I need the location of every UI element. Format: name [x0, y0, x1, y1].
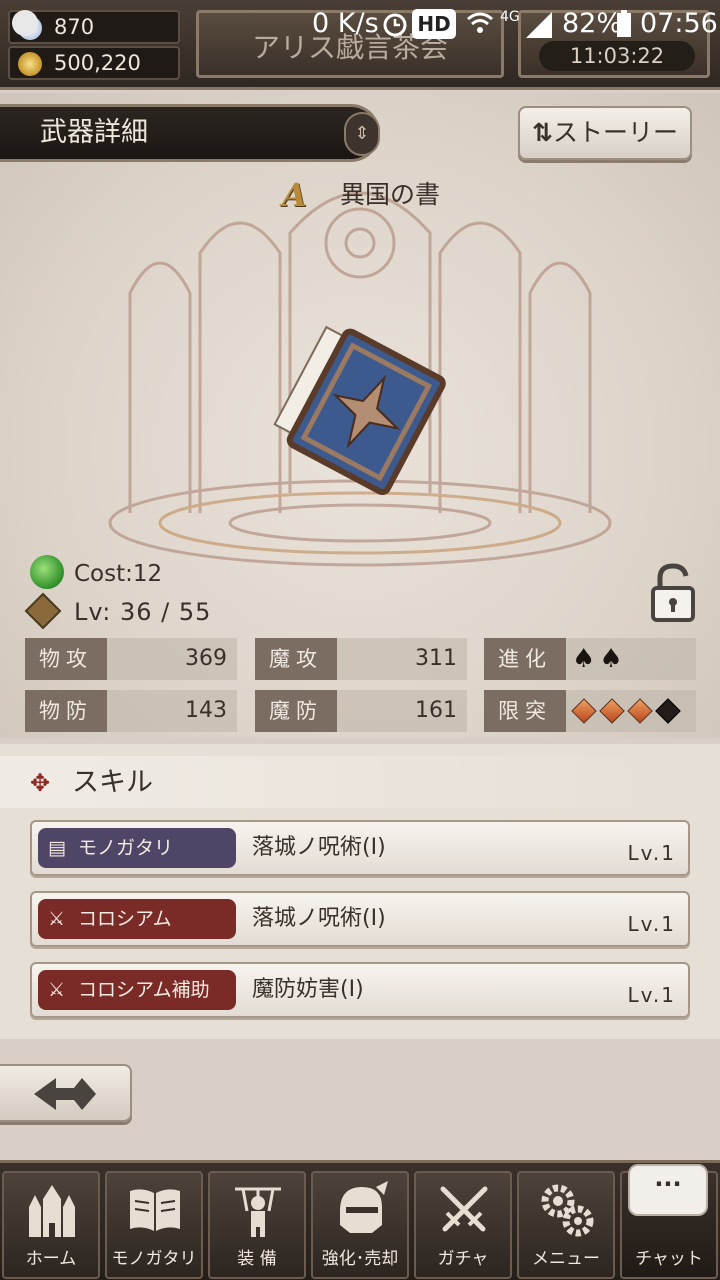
- back-button[interactable]: [0, 1064, 132, 1122]
- stat-label: 魔攻: [255, 638, 337, 680]
- nav-gacha[interactable]: ガチャ: [414, 1171, 512, 1279]
- nav-label: メニュー: [532, 1249, 600, 1269]
- evolution-spade-icon: ♠: [599, 644, 623, 674]
- cost-value: Cost:12: [74, 561, 163, 587]
- castle-icon: [29, 1185, 75, 1237]
- stat-mag-defense: 魔防 161: [255, 690, 467, 732]
- gold-amount: 500,220: [54, 51, 141, 75]
- skill-tag: ⚔ コロシアム: [38, 899, 236, 939]
- notification-icon: [12, 10, 38, 36]
- skill-cross-icon: ✥: [30, 769, 51, 797]
- open-book-icon: [130, 1189, 180, 1231]
- skill-name: 落城ノ呪術(Ⅰ): [252, 906, 386, 931]
- stat-value: 311: [415, 646, 457, 671]
- nav-story[interactable]: モノガタリ: [105, 1171, 203, 1279]
- crossed-swords-icon: ⚔: [48, 908, 66, 930]
- nav-label: チャット: [635, 1249, 703, 1269]
- nav-menu[interactable]: メニュー: [517, 1171, 615, 1279]
- skill-tag-label: モノガタリ: [78, 837, 174, 859]
- nav-home[interactable]: ホーム: [2, 1171, 100, 1279]
- net-speed: 0 K/s: [312, 8, 379, 39]
- back-arrow-icon: [34, 1078, 96, 1110]
- skill-row-colosseum[interactable]: ⚔ コロシアム 落城ノ呪術(Ⅰ) Lv.1: [30, 891, 690, 947]
- limit-break-pips: [571, 698, 681, 724]
- sort-toggle-icon[interactable]: ⇕: [344, 112, 380, 156]
- status-bar: 0 K/s HD 4G 82% 07:56: [0, 0, 720, 48]
- skill-tag-label: コロシアム補助: [78, 979, 210, 1001]
- stat-evolution: 進化 ♠ ♠: [484, 638, 696, 680]
- story-button[interactable]: ⇅ストーリー: [518, 106, 692, 160]
- skill-tag: ⚔ コロシアム補助: [38, 970, 236, 1010]
- nav-equip[interactable]: 装 備: [208, 1171, 306, 1279]
- stat-label: 限突: [484, 690, 566, 732]
- weapon-name: 異国の書: [340, 180, 441, 209]
- alarm-icon: [383, 13, 407, 37]
- stat-value: 143: [185, 698, 227, 723]
- level-value: Lv: 36 / 55: [74, 598, 212, 626]
- network-type: 4G: [500, 9, 520, 25]
- skill-tag: ▤ モノガタリ: [38, 828, 236, 868]
- nav-enhance[interactable]: 強化･売却: [311, 1171, 409, 1279]
- battery-percent: 82%: [562, 8, 623, 39]
- page-title: 武器詳細: [0, 104, 380, 162]
- bottom-nav: ホーム モノガタリ 装 備 強化･売却 ガチャ メニュー チャット: [0, 1160, 720, 1280]
- hd-badge: HD: [412, 9, 456, 39]
- signal-icon: [526, 12, 552, 38]
- stat-label: 進化: [484, 638, 566, 680]
- stat-label: 魔防: [255, 690, 337, 732]
- unlock-icon[interactable]: [650, 562, 696, 622]
- nav-label: 装 備: [237, 1249, 277, 1269]
- limit-break-diamond-icon: [627, 698, 653, 724]
- crossed-sword-icon: [440, 1186, 488, 1232]
- skill-name: 落城ノ呪術(Ⅰ): [252, 835, 386, 860]
- skill-tag-label: コロシアム: [78, 908, 172, 930]
- stat-label: 物防: [25, 690, 107, 732]
- stat-value: 369: [185, 646, 227, 671]
- evolution-pips: ♠ ♠: [572, 646, 623, 672]
- nav-label: モノガタリ: [111, 1249, 197, 1269]
- cost-orb-icon: [30, 555, 64, 589]
- support-swords-icon: ⚔: [48, 979, 66, 1001]
- skill-row-story[interactable]: ▤ モノガタリ 落城ノ呪術(Ⅰ) Lv.1: [30, 820, 690, 876]
- nav-label: 強化･売却: [321, 1249, 399, 1269]
- swap-icon: ⇅: [532, 118, 553, 147]
- limit-break-diamond-icon: [571, 698, 597, 724]
- wifi-icon: [467, 12, 493, 33]
- stat-limit-break: 限突: [484, 690, 696, 732]
- skill-name: 魔防妨害(Ⅰ): [252, 977, 364, 1002]
- puppet-icon: [235, 1187, 281, 1237]
- stat-value: 161: [415, 698, 457, 723]
- skill-level: Lv.1: [627, 983, 676, 1007]
- story-button-label: ストーリー: [552, 118, 678, 147]
- limit-break-diamond-icon: [655, 698, 681, 724]
- battery-icon: [617, 10, 631, 37]
- stat-phys-defense: 物防 143: [25, 690, 237, 732]
- nav-label: ガチャ: [437, 1249, 489, 1269]
- nav-label: ホーム: [25, 1249, 77, 1269]
- stat-label: 物攻: [25, 638, 107, 680]
- chat-bubble-icon[interactable]: ···: [628, 1164, 708, 1216]
- skill-level: Lv.1: [627, 912, 676, 936]
- book-icon: ▤: [48, 837, 66, 859]
- skill-heading: スキル: [72, 767, 153, 798]
- gears-icon: [541, 1184, 594, 1237]
- limit-break-diamond-icon: [599, 698, 625, 724]
- helmet-icon: [340, 1181, 388, 1233]
- weapon-book-image: [273, 325, 446, 496]
- clock: 07:56: [640, 8, 718, 39]
- evolution-spade-icon: ♠: [572, 644, 596, 674]
- rank-badge: A: [282, 176, 307, 214]
- stat-mag-attack: 魔攻 311: [255, 638, 467, 680]
- skill-level: Lv.1: [627, 841, 676, 865]
- gold-counter[interactable]: 500,220: [8, 46, 180, 80]
- stat-phys-attack: 物攻 369: [25, 638, 237, 680]
- skill-row-colosseum-support[interactable]: ⚔ コロシアム補助 魔防妨害(Ⅰ) Lv.1: [30, 962, 690, 1018]
- gold-coin-icon: [18, 52, 42, 76]
